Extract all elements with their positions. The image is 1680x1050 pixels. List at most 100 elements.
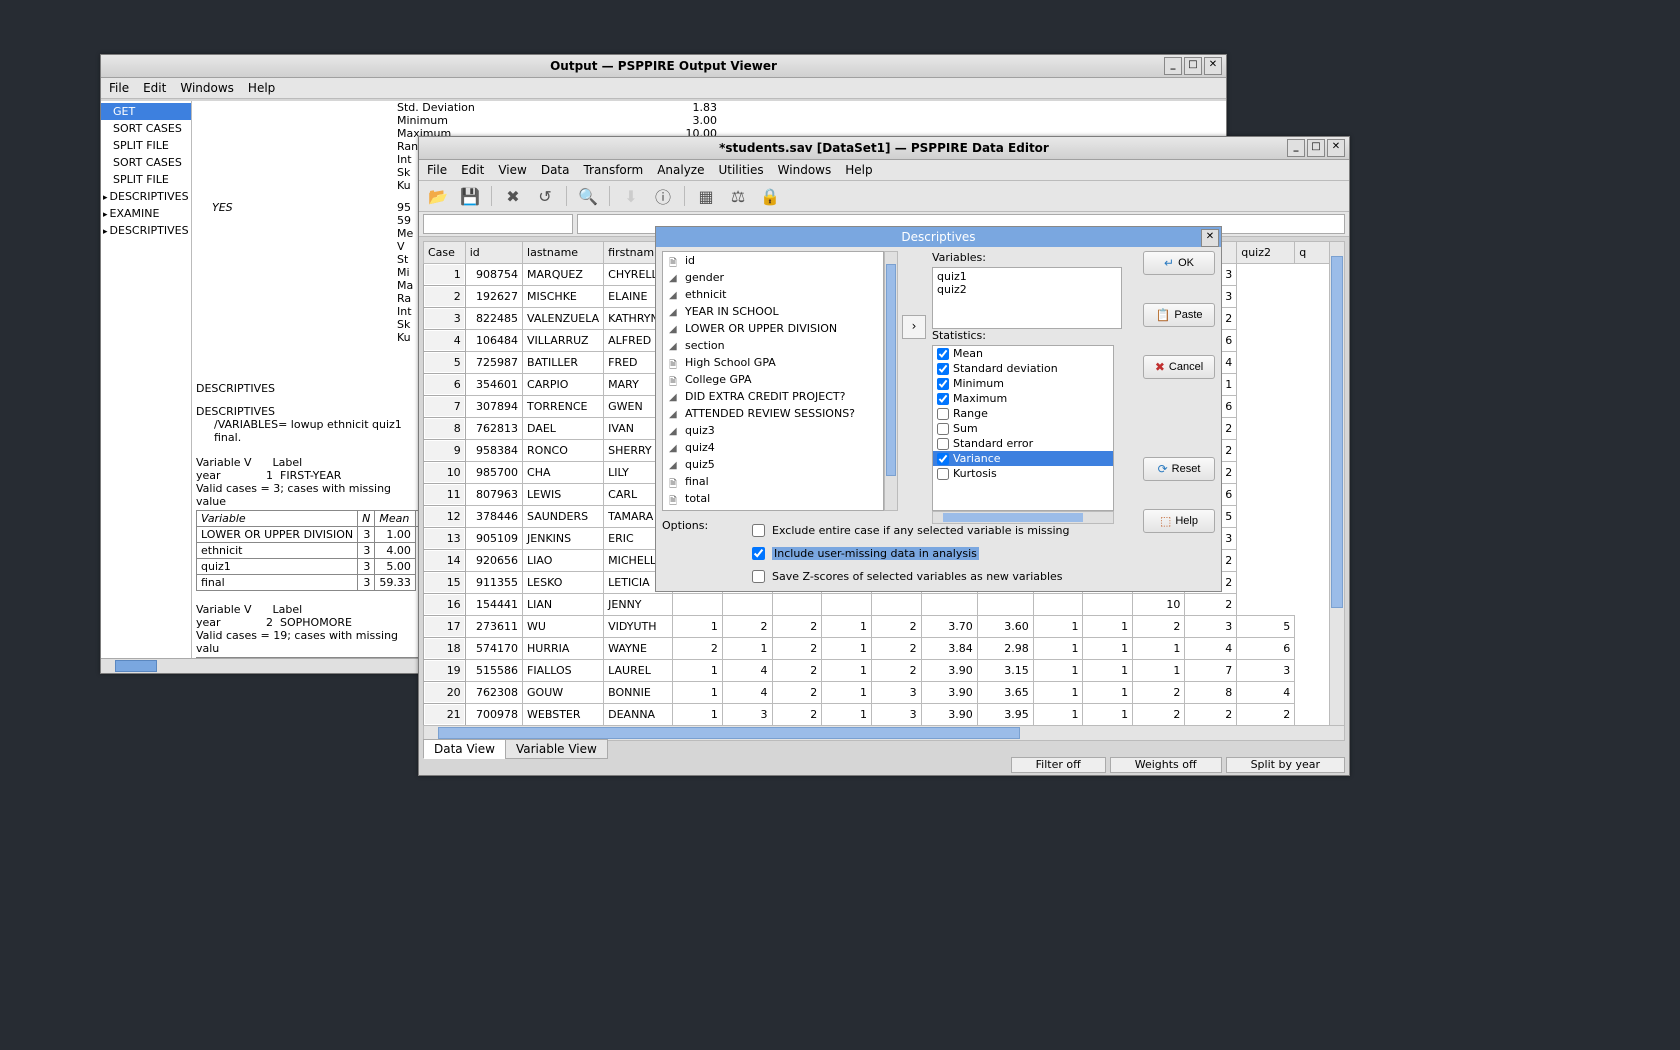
ok-button[interactable]: ↵OK: [1143, 251, 1215, 275]
cell[interactable]: LIAN: [523, 594, 604, 616]
row-header[interactable]: 16: [424, 594, 466, 616]
cell[interactable]: HURRIA: [523, 638, 604, 660]
cell[interactable]: 908754: [465, 264, 522, 286]
stat-checkbox[interactable]: [937, 348, 949, 360]
available-variables-list[interactable]: 🗎id◢gender◢ethnicit◢YEAR IN SCHOOL◢LOWER…: [662, 251, 884, 511]
cell[interactable]: 762813: [465, 418, 522, 440]
row-header[interactable]: 7: [424, 396, 466, 418]
menu-view[interactable]: View: [498, 163, 526, 177]
cell[interactable]: [1033, 594, 1083, 616]
option-item[interactable]: Include user-missing data in analysis: [748, 544, 1070, 563]
cell[interactable]: 822485: [465, 308, 522, 330]
row-header[interactable]: 9: [424, 440, 466, 462]
cell[interactable]: 700978: [465, 704, 522, 726]
info-icon[interactable]: ⓘ: [652, 185, 674, 207]
statistics-list[interactable]: MeanStandard deviationMinimumMaximumRang…: [932, 345, 1114, 511]
row-header[interactable]: 13: [424, 528, 466, 550]
tree-item[interactable]: SPLIT FILE: [101, 137, 191, 154]
cell[interactable]: BATILLER: [523, 352, 604, 374]
cell[interactable]: 2: [1133, 682, 1185, 704]
cell[interactable]: 3: [871, 704, 921, 726]
row-header[interactable]: 17: [424, 616, 466, 638]
available-variable-item[interactable]: ◢ethnicit: [663, 286, 883, 303]
cell[interactable]: 3: [1185, 616, 1237, 638]
cell[interactable]: 3.70: [921, 616, 977, 638]
column-header[interactable]: id: [465, 242, 522, 264]
row-header[interactable]: 6: [424, 374, 466, 396]
goto-icon[interactable]: ⬇: [620, 185, 642, 207]
available-variable-item[interactable]: ◢ATTENDED REVIEW SESSIONS?: [663, 405, 883, 422]
tab-data-view[interactable]: Data View: [423, 739, 506, 759]
cell[interactable]: 4: [1237, 682, 1295, 704]
menu-help[interactable]: Help: [845, 163, 872, 177]
available-vscroll[interactable]: [884, 251, 898, 511]
tree-item[interactable]: GET: [101, 103, 191, 120]
stat-item[interactable]: Kurtosis: [933, 466, 1113, 481]
cell[interactable]: 3: [722, 704, 772, 726]
cell[interactable]: [822, 594, 872, 616]
data-vscroll[interactable]: [1329, 241, 1345, 727]
option-item[interactable]: Save Z-scores of selected variables as n…: [748, 567, 1070, 586]
cell[interactable]: 3.90: [921, 660, 977, 682]
cell[interactable]: 2.98: [977, 638, 1033, 660]
stat-checkbox[interactable]: [937, 363, 949, 375]
row-header[interactable]: 11: [424, 484, 466, 506]
menu-data[interactable]: Data: [541, 163, 570, 177]
cell[interactable]: 1: [822, 616, 872, 638]
cell[interactable]: 2: [772, 660, 822, 682]
available-variable-item[interactable]: 🗎final: [663, 473, 883, 490]
cell[interactable]: MISCHKE: [523, 286, 604, 308]
cell[interactable]: 762308: [465, 682, 522, 704]
cell[interactable]: 3: [1237, 660, 1295, 682]
cell[interactable]: 911355: [465, 572, 522, 594]
cell[interactable]: 8: [1185, 682, 1237, 704]
available-variable-item[interactable]: ◢gender: [663, 269, 883, 286]
paste-button[interactable]: 📋Paste: [1143, 303, 1215, 327]
cell[interactable]: BONNIE: [604, 682, 673, 704]
available-variable-item[interactable]: ◢YEAR IN SCHOOL: [663, 303, 883, 320]
menu-edit[interactable]: Edit: [461, 163, 484, 177]
option-checkbox[interactable]: [752, 547, 765, 560]
available-variable-item[interactable]: ◢DID EXTRA CREDIT PROJECT?: [663, 388, 883, 405]
open-file-icon[interactable]: 📂: [427, 185, 449, 207]
cell[interactable]: MARQUEZ: [523, 264, 604, 286]
cell[interactable]: 2: [1133, 704, 1185, 726]
stat-checkbox[interactable]: [937, 408, 949, 420]
row-header[interactable]: 10: [424, 462, 466, 484]
find-icon[interactable]: 🔍: [577, 185, 599, 207]
cell[interactable]: 10: [1133, 594, 1185, 616]
cell[interactable]: 1: [822, 682, 872, 704]
cell[interactable]: JENKINS: [523, 528, 604, 550]
cell[interactable]: 1: [1033, 682, 1083, 704]
cell[interactable]: LAUREL: [604, 660, 673, 682]
cell[interactable]: 1: [1083, 616, 1133, 638]
weight-icon[interactable]: ⚖: [727, 185, 749, 207]
cell[interactable]: 2: [722, 616, 772, 638]
cell[interactable]: 4: [1185, 638, 1237, 660]
cell[interactable]: JENNY: [604, 594, 673, 616]
cell[interactable]: 1: [673, 616, 723, 638]
cell[interactable]: DEANNA: [604, 704, 673, 726]
row-header[interactable]: 12: [424, 506, 466, 528]
column-header[interactable]: lastname: [523, 242, 604, 264]
tree-item[interactable]: DESCRIPTIVES: [101, 188, 191, 205]
save-icon[interactable]: 💾: [459, 185, 481, 207]
close-button[interactable]: ✕: [1327, 139, 1345, 157]
menu-help[interactable]: Help: [248, 81, 275, 95]
cell[interactable]: 3.65: [977, 682, 1033, 704]
row-header[interactable]: 5: [424, 352, 466, 374]
available-variable-item[interactable]: 🗎College GPA: [663, 371, 883, 388]
cell[interactable]: 920656: [465, 550, 522, 572]
cell[interactable]: WEBSTER: [523, 704, 604, 726]
cell[interactable]: CARPIO: [523, 374, 604, 396]
cell[interactable]: 1: [1033, 704, 1083, 726]
stat-checkbox[interactable]: [937, 393, 949, 405]
cell[interactable]: 1: [1083, 704, 1133, 726]
stat-checkbox[interactable]: [937, 468, 949, 480]
cell[interactable]: 2: [1185, 594, 1237, 616]
cell[interactable]: 307894: [465, 396, 522, 418]
cell[interactable]: 1: [673, 682, 723, 704]
row-header[interactable]: 4: [424, 330, 466, 352]
cell[interactable]: 2: [772, 704, 822, 726]
row-header[interactable]: 20: [424, 682, 466, 704]
